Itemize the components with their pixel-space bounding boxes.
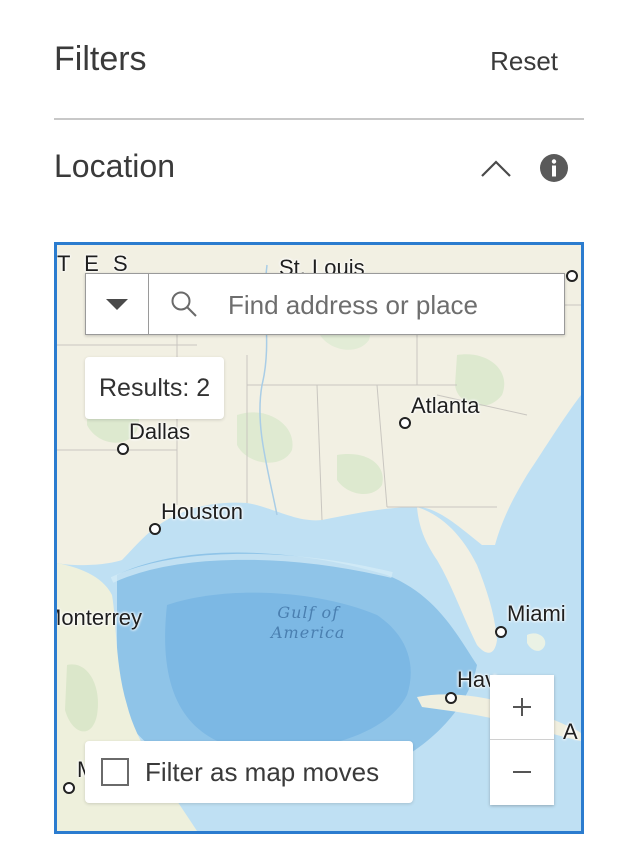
location-section-header: Location (54, 148, 584, 196)
divider (54, 118, 584, 120)
map-search (85, 273, 565, 335)
city-dot (63, 782, 75, 794)
zoom-in-button[interactable] (490, 675, 554, 740)
plus-icon (513, 698, 531, 716)
city-dot-havana (445, 692, 457, 704)
caret-down-icon (106, 299, 128, 310)
minus-icon (513, 771, 531, 773)
results-count: Results: 2 (85, 357, 225, 419)
filter-as-map-moves[interactable]: Filter as map moves (85, 741, 413, 803)
city-dot-houston (149, 523, 161, 535)
search-icon (171, 291, 197, 317)
chevron-up-icon[interactable] (478, 150, 514, 186)
search-source-dropdown[interactable] (86, 274, 149, 334)
city-dot-atlanta (399, 417, 411, 429)
filters-title: Filters (54, 40, 147, 78)
location-map[interactable]: T E S St. Louis Atlanta Dallas Houston M… (54, 242, 584, 834)
label-atlanta: Atlanta (411, 393, 480, 418)
zoom-out-button[interactable] (490, 740, 554, 804)
filters-header: Filters Reset (54, 40, 584, 88)
gulf-line-1: Gulf of (277, 603, 340, 622)
label-gulf: Gulf of America (271, 603, 345, 643)
reset-button[interactable]: Reset (490, 46, 558, 77)
label-letter-a: A (563, 719, 578, 744)
filter-label: Filter as map moves (145, 757, 380, 787)
label-miami: Miami (507, 601, 566, 626)
zoom-controls (490, 675, 554, 805)
city-dot-dallas (117, 443, 129, 455)
label-dallas: Dallas (129, 419, 191, 444)
search-input[interactable] (226, 284, 550, 326)
location-title: Location (54, 148, 175, 184)
filter-checkbox[interactable] (101, 758, 129, 786)
city-dot-miami (495, 626, 507, 638)
info-icon[interactable] (539, 153, 569, 183)
label-monterrey: Monterrey (57, 605, 143, 630)
label-houston: Houston (161, 499, 243, 524)
gulf-line-2: America (271, 623, 346, 642)
city-dot (566, 270, 578, 282)
